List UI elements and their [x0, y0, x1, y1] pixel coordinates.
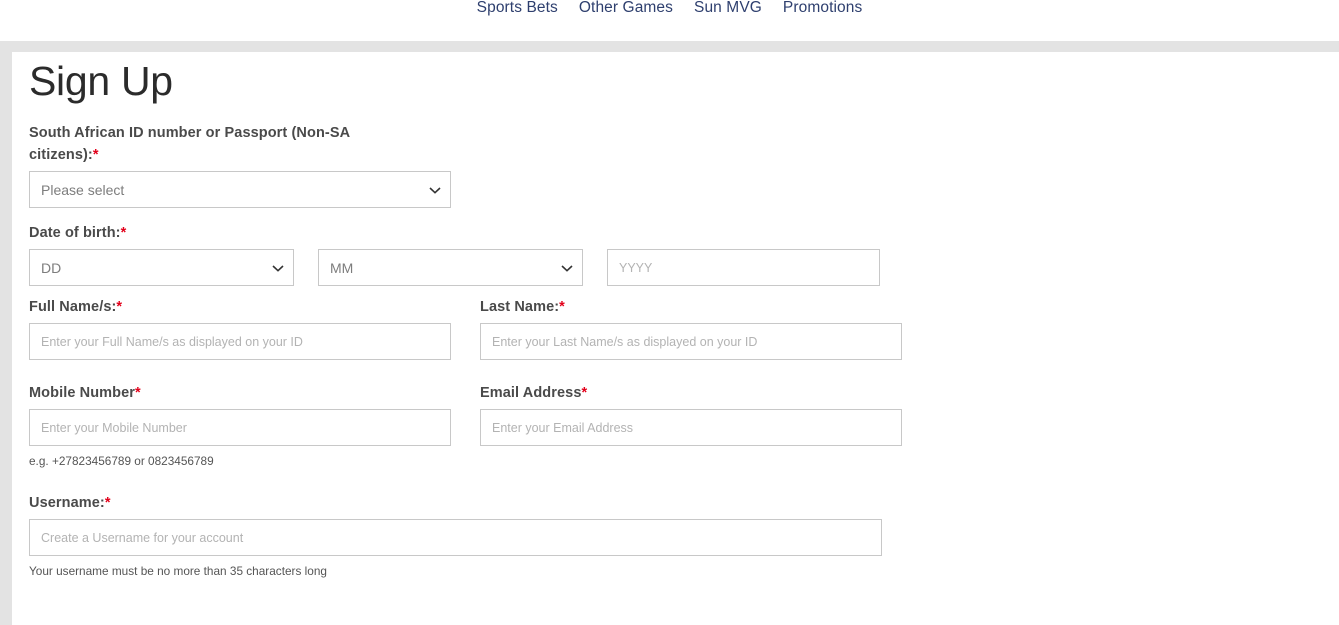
- full-name-label: Full Name/s:*: [29, 296, 451, 318]
- id-number-label-line1: South African ID number or Passport (Non…: [29, 125, 351, 141]
- dob-day-select-wrapper: DD: [29, 249, 294, 286]
- dob-label-text: Date of birth:: [29, 225, 121, 241]
- username-field-group: Username:* Your username must be no more…: [29, 492, 1319, 580]
- id-number-label: South African ID number or Passport (Non…: [29, 122, 1319, 166]
- nav-item-sun-mvg[interactable]: Sun MVG: [694, 0, 762, 20]
- username-label: Username:*: [29, 492, 1319, 514]
- id-type-select[interactable]: Please select: [29, 171, 451, 208]
- full-name-field-group: Full Name/s:*: [29, 296, 451, 360]
- dob-year-input[interactable]: [607, 249, 880, 286]
- last-name-label-text: Last Name:: [480, 299, 560, 315]
- username-input[interactable]: [29, 519, 882, 556]
- required-asterisk: *: [104, 495, 111, 511]
- signup-card: Sign Up South African ID number or Passp…: [12, 52, 1339, 625]
- email-address-input[interactable]: [480, 409, 902, 446]
- mobile-number-input[interactable]: [29, 409, 451, 446]
- required-asterisk: *: [92, 147, 99, 163]
- required-asterisk: *: [120, 225, 127, 241]
- id-number-label-line2: citizens):: [29, 147, 93, 163]
- email-address-label-text: Email Address: [480, 385, 582, 401]
- nav-item-other-games[interactable]: Other Games: [579, 0, 673, 20]
- mobile-number-label-text: Mobile Number: [29, 385, 136, 401]
- dob-label: Date of birth:*: [29, 222, 1319, 244]
- page-title: Sign Up: [29, 58, 173, 104]
- mobile-number-hint: e.g. +27823456789 or 0823456789: [29, 454, 214, 468]
- dob-inputs-row: DD MM: [29, 249, 1319, 286]
- contact-fields-row: Mobile Number* e.g. +27823456789 or 0823…: [29, 382, 1319, 470]
- page-top-divider: [0, 41, 1339, 52]
- signup-form: South African ID number or Passport (Non…: [29, 122, 1319, 580]
- id-type-select-wrapper: Please select: [29, 171, 451, 208]
- required-asterisk: *: [559, 299, 565, 315]
- username-label-text: Username:: [29, 495, 105, 511]
- top-navigation-bar: Sports Bets Other Games Sun MVG Promotio…: [0, 0, 1339, 41]
- nav-item-sports-bets[interactable]: Sports Bets: [477, 0, 558, 20]
- mobile-field-group: Mobile Number* e.g. +27823456789 or 0823…: [29, 382, 451, 470]
- dob-month-select[interactable]: MM: [318, 249, 583, 286]
- full-name-label-text: Full Name/s:: [29, 299, 117, 315]
- id-number-field-group: South African ID number or Passport (Non…: [29, 122, 1319, 208]
- dob-month-select-wrapper: MM: [318, 249, 583, 286]
- full-name-input[interactable]: [29, 323, 451, 360]
- required-asterisk: *: [135, 385, 141, 401]
- email-field-group: Email Address*: [480, 382, 902, 470]
- email-address-label: Email Address*: [480, 382, 902, 404]
- name-fields-row: Full Name/s:* Last Name:*: [29, 296, 1319, 360]
- last-name-input[interactable]: [480, 323, 902, 360]
- dob-day-select[interactable]: DD: [29, 249, 294, 286]
- nav-links: Sports Bets Other Games Sun MVG Promotio…: [0, 0, 1339, 20]
- mobile-number-label: Mobile Number*: [29, 382, 451, 404]
- required-asterisk: *: [581, 385, 588, 401]
- nav-item-promotions[interactable]: Promotions: [783, 0, 862, 20]
- required-asterisk: *: [116, 299, 123, 315]
- username-hint: Your username must be no more than 35 ch…: [29, 564, 327, 578]
- last-name-label: Last Name:*: [480, 296, 902, 318]
- last-name-field-group: Last Name:*: [480, 296, 902, 360]
- page-left-gutter: [0, 41, 12, 625]
- dob-field-group: Date of birth:* DD MM: [29, 222, 1319, 286]
